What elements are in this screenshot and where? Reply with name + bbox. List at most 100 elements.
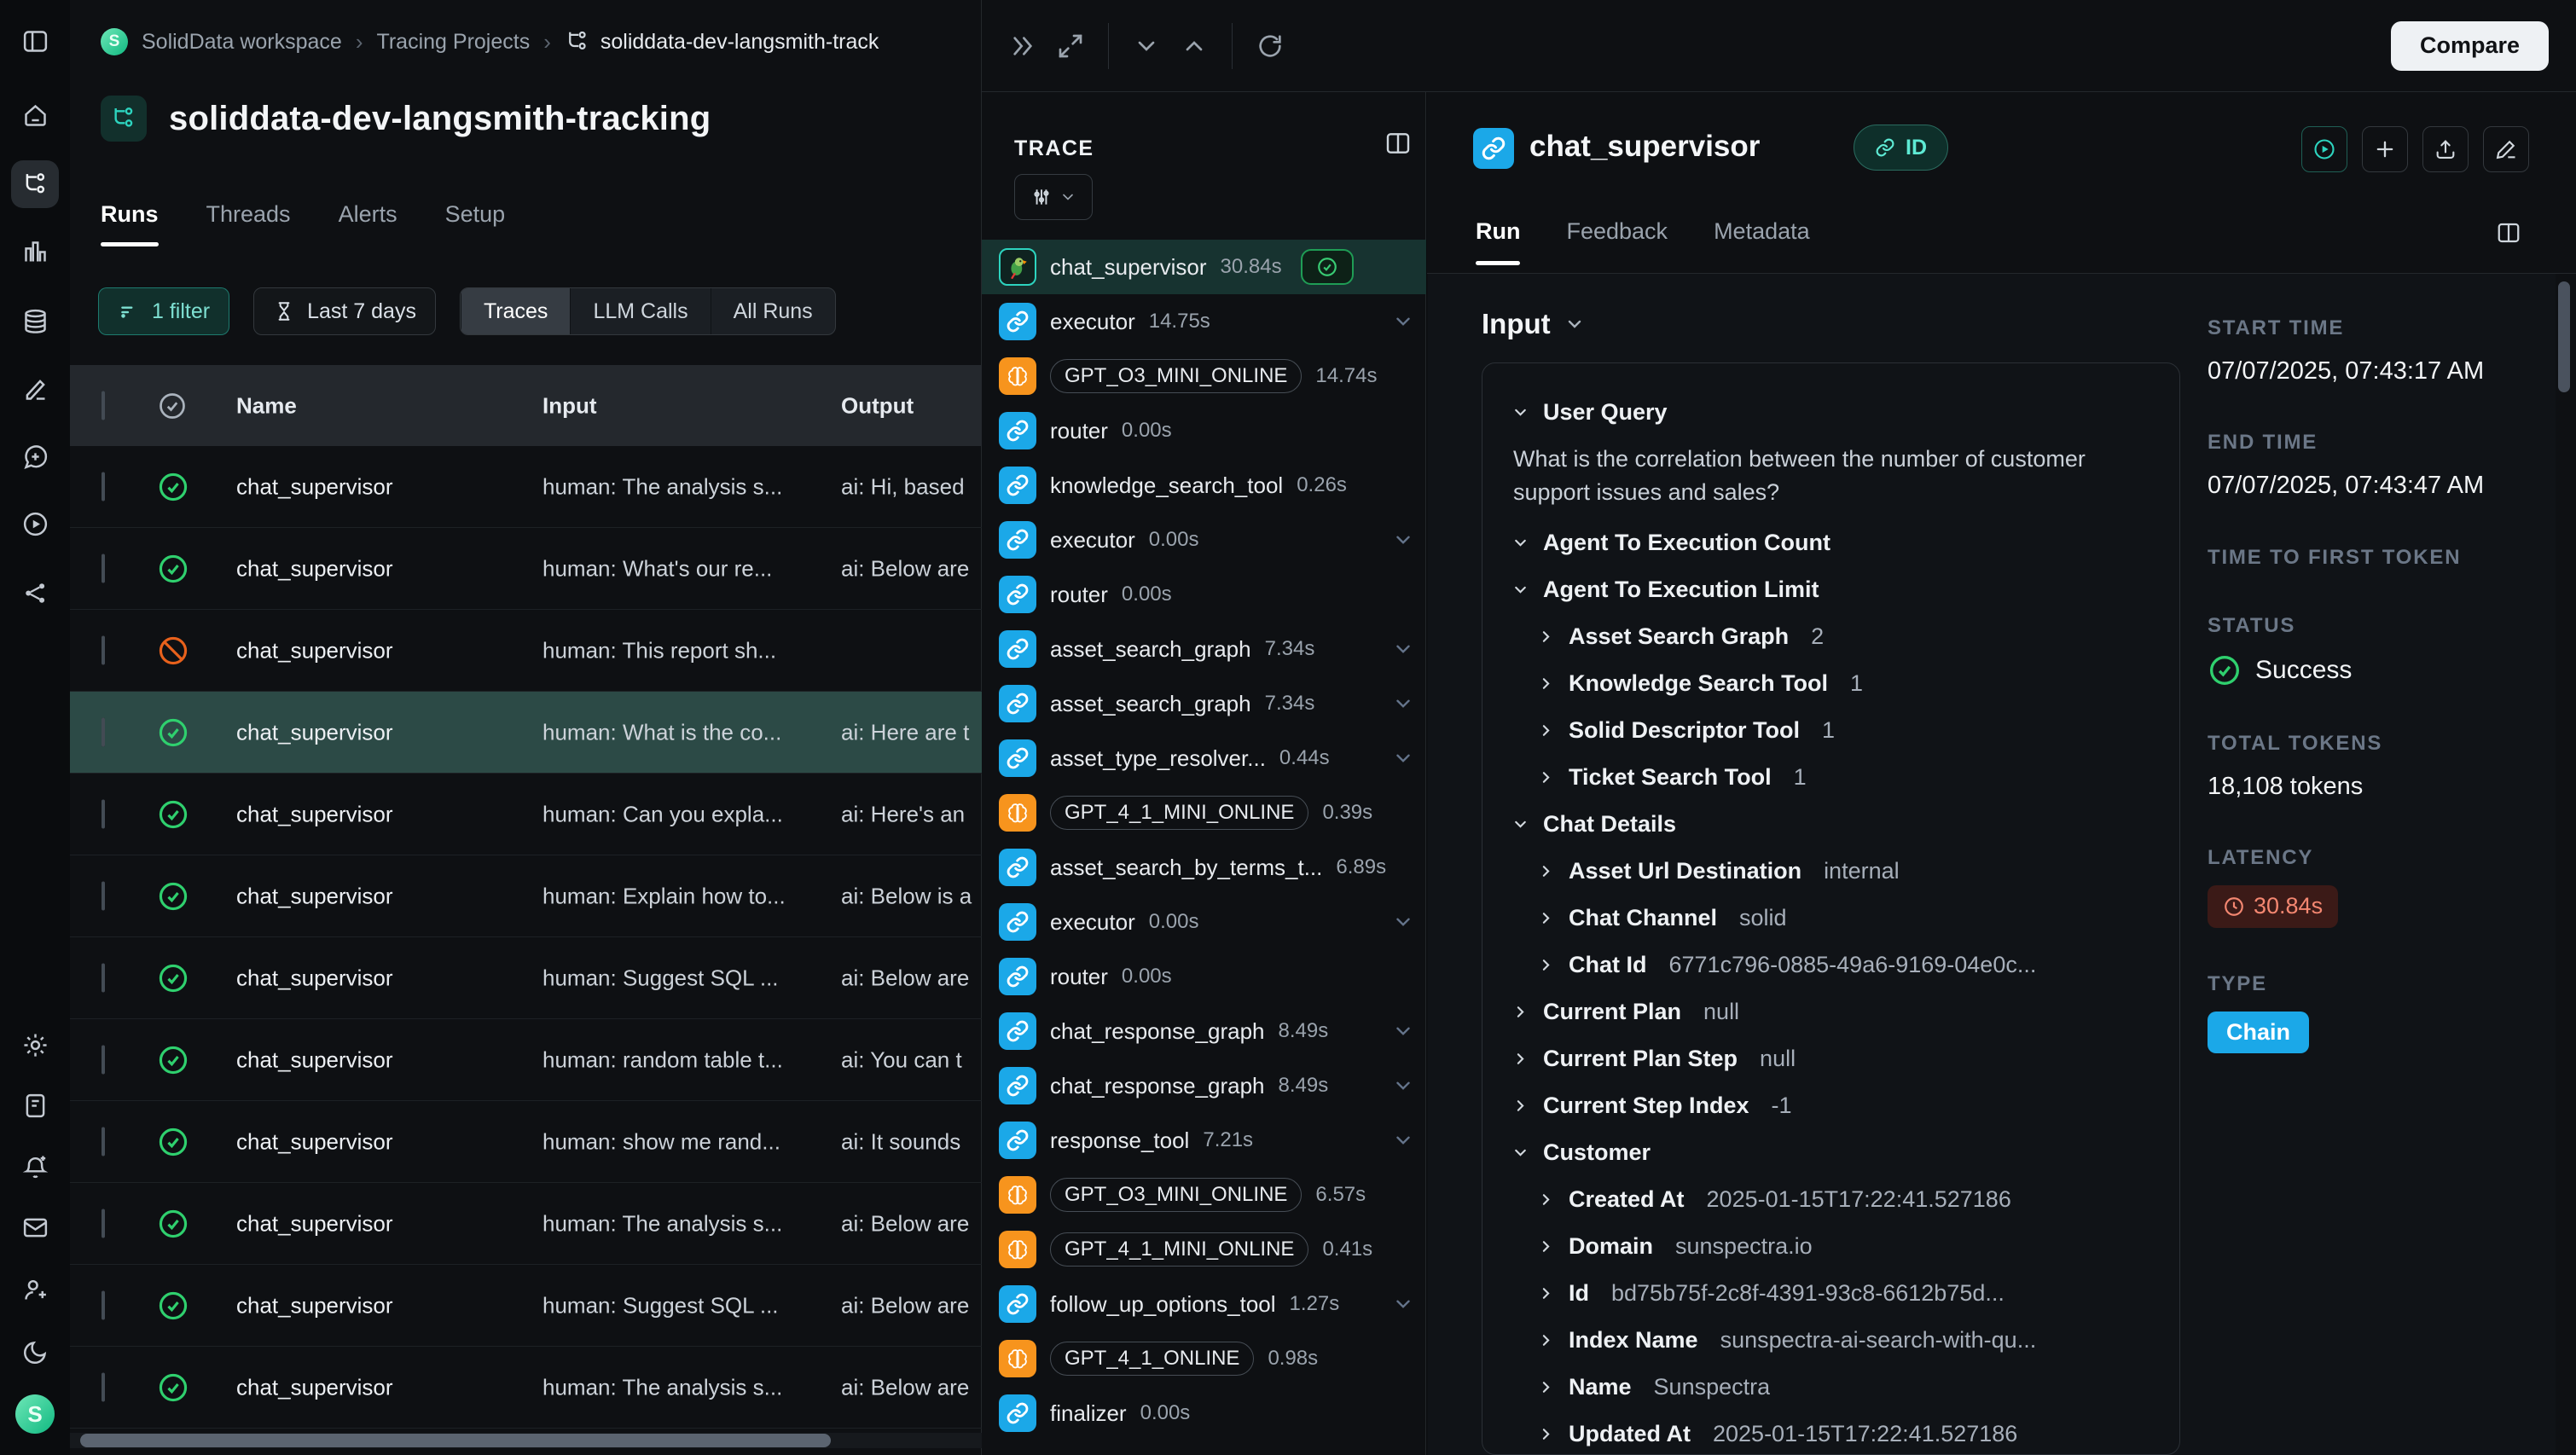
share-upload-button[interactable] [2422, 126, 2469, 172]
table-row[interactable]: chat_supervisor human: random table t...… [70, 1019, 982, 1101]
row-checkbox[interactable] [102, 554, 105, 583]
row-checkbox[interactable] [102, 963, 105, 992]
tree-row[interactable]: Name Sunspectra [1511, 1364, 2150, 1411]
workspace-avatar[interactable]: S [101, 28, 128, 55]
table-row[interactable]: chat_supervisor human: The analysis s...… [70, 1347, 982, 1429]
graph-share-icon[interactable] [11, 569, 59, 617]
row-checkbox[interactable] [102, 635, 105, 664]
trace-span-row[interactable]: finalizer 0.00s [982, 1386, 1426, 1441]
settings-gear-icon[interactable] [11, 1021, 59, 1069]
table-row[interactable]: chat_supervisor human: show me rand... a… [70, 1101, 982, 1183]
tree-chevron-icon[interactable] [1537, 956, 1555, 974]
trace-span-row[interactable]: knowledge_search_tool 0.26s [982, 458, 1426, 513]
row-checkbox[interactable] [102, 1209, 105, 1238]
tree-chevron-icon[interactable] [1511, 581, 1529, 599]
trace-span-row[interactable]: GPT_4_1_MINI_ONLINE 0.41s [982, 1222, 1426, 1277]
open-in-playground-button[interactable] [2301, 126, 2347, 172]
notifications-bell-icon[interactable] [11, 1143, 59, 1191]
home-icon[interactable] [11, 91, 59, 139]
tree-chevron-icon[interactable] [1537, 1191, 1555, 1209]
tree-row[interactable]: Index Name sunspectra-ai-search-with-qu.… [1511, 1317, 2150, 1364]
tree-chevron-icon[interactable] [1537, 768, 1555, 786]
tree-row[interactable]: Chat Id 6771c796-0885-49a6-9169-04e0c... [1511, 942, 2150, 988]
trace-span-row[interactable]: router 0.00s [982, 567, 1426, 622]
table-row[interactable]: chat_supervisor human: The analysis s...… [70, 1183, 982, 1265]
segment-option[interactable]: All Runs [711, 288, 835, 334]
tree-row[interactable]: Agent To Execution Limit [1511, 566, 2150, 613]
tree-chevron-icon[interactable] [1537, 1331, 1555, 1349]
dark-mode-moon-icon[interactable] [11, 1328, 59, 1376]
tree-row[interactable]: Solid Descriptor Tool 1 [1511, 707, 2150, 754]
tree-row[interactable]: Current Plan Step null [1511, 1035, 2150, 1082]
run-tab[interactable]: Run [1476, 218, 1520, 264]
expand-chevron-icon[interactable] [1392, 310, 1414, 333]
tree-row[interactable]: Knowledge Search Tool 1 [1511, 660, 2150, 707]
row-checkbox[interactable] [102, 717, 105, 746]
invite-user-icon[interactable] [11, 1266, 59, 1313]
expand-chevron-icon[interactable] [1392, 1020, 1414, 1042]
expand-chevron-icon[interactable] [1392, 1129, 1414, 1151]
project-tab[interactable]: Alerts [339, 201, 397, 245]
table-row[interactable]: chat_supervisor human: Suggest SQL ... a… [70, 1265, 982, 1347]
prev-run-chevron-up-icon[interactable] [1170, 22, 1218, 70]
expand-chevron-icon[interactable] [1392, 747, 1414, 769]
trace-span-row[interactable]: response_tool 7.21s [982, 1113, 1426, 1168]
tree-chevron-icon[interactable] [1537, 1284, 1555, 1302]
copy-run-id-button[interactable]: ID [1854, 125, 1948, 171]
refresh-icon[interactable] [1246, 22, 1294, 70]
breadcrumb-section[interactable]: Tracing Projects [377, 30, 531, 55]
project-tab[interactable]: Runs [101, 201, 159, 245]
project-tab[interactable]: Setup [445, 201, 506, 245]
row-checkbox[interactable] [102, 1045, 105, 1074]
fullscreen-icon[interactable] [1047, 22, 1094, 70]
edit-pencil-button[interactable] [2483, 126, 2529, 172]
expand-chevron-icon[interactable] [1392, 911, 1414, 933]
breadcrumb-workspace[interactable]: SolidData workspace [142, 30, 342, 55]
trace-span-row[interactable]: asset_search_graph 7.34s [982, 622, 1426, 676]
tree-row[interactable]: Updated At 2025-01-15T17:22:41.527186 [1511, 1411, 2150, 1455]
tree-row[interactable]: Id bd75b75f-2c8f-4391-93c8-6612b75d... [1511, 1270, 2150, 1317]
row-checkbox[interactable] [102, 1290, 105, 1319]
row-checkbox[interactable] [102, 881, 105, 910]
project-tab[interactable]: Threads [206, 201, 291, 245]
table-row[interactable]: chat_supervisor human: Explain how to...… [70, 855, 982, 937]
horizontal-scrollbar[interactable] [70, 1433, 982, 1448]
docs-icon[interactable] [11, 1081, 59, 1129]
tree-chevron-icon[interactable] [1511, 1144, 1529, 1162]
tree-chevron-icon[interactable] [1511, 534, 1529, 552]
compare-button[interactable]: Compare [2391, 21, 2549, 71]
trace-span-row[interactable]: router 0.00s [982, 949, 1426, 1004]
expand-chevron-icon[interactable] [1392, 1075, 1414, 1097]
columns-layout-icon[interactable] [1384, 130, 1412, 157]
trace-span-row[interactable]: asset_search_by_terms_t... 6.89s [982, 840, 1426, 895]
expand-chevron-icon[interactable] [1392, 529, 1414, 551]
run-tab[interactable]: Feedback [1566, 218, 1668, 264]
column-header-input[interactable]: Input [542, 392, 597, 419]
trace-span-row[interactable]: chat_supervisor 30.84s [982, 240, 1426, 294]
date-range-chip[interactable]: Last 7 days [253, 287, 436, 335]
tree-row[interactable]: Domain sunspectra.io [1511, 1223, 2150, 1270]
segment-option[interactable]: Traces [461, 288, 570, 334]
tree-chevron-icon[interactable] [1537, 1238, 1555, 1255]
dashboards-icon[interactable] [11, 228, 59, 275]
panel-toggle-icon[interactable] [11, 17, 59, 65]
tree-chevron-icon[interactable] [1511, 1097, 1529, 1115]
trace-span-row[interactable]: chat_response_graph 8.49s [982, 1004, 1426, 1058]
tree-row[interactable]: Created At 2025-01-15T17:22:41.527186 [1511, 1176, 2150, 1223]
tree-row[interactable]: Asset Url Destination internal [1511, 848, 2150, 895]
run-tab[interactable]: Metadata [1714, 218, 1810, 264]
trace-span-row[interactable]: asset_type_resolver... 0.44s [982, 731, 1426, 785]
trace-span-row[interactable]: executor 14.75s [982, 294, 1426, 349]
next-run-chevron-down-icon[interactable] [1123, 22, 1170, 70]
table-row[interactable]: chat_supervisor human: What is the co...… [70, 692, 982, 774]
feedback-chat-icon[interactable] [11, 432, 59, 480]
table-row[interactable]: chat_supervisor human: The analysis s...… [70, 446, 982, 528]
vertical-scrollbar-thumb[interactable] [2558, 281, 2570, 392]
tree-chevron-icon[interactable] [1511, 1050, 1529, 1068]
tree-row[interactable]: Agent To Execution Count [1511, 519, 2150, 566]
tracing-projects-icon[interactable] [11, 160, 59, 208]
add-to-dataset-button[interactable] [2362, 126, 2408, 172]
playground-icon[interactable] [11, 500, 59, 548]
tree-chevron-icon[interactable] [1511, 403, 1529, 421]
columns-layout-icon[interactable] [2496, 220, 2521, 246]
